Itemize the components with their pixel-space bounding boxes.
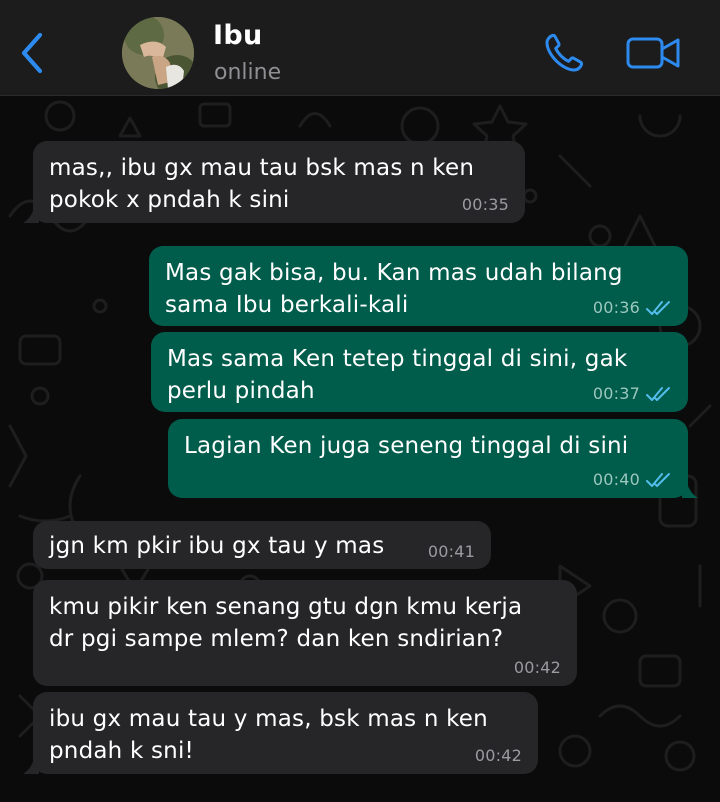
- back-button[interactable]: [14, 30, 50, 76]
- message-time: 00:40: [592, 470, 640, 489]
- message-text: ibu gx mau tau y mas, bsk mas n ken pnda…: [49, 706, 488, 764]
- bubble-tail: [23, 203, 39, 223]
- avatar-photo: [122, 17, 194, 89]
- chevron-left-icon: [21, 32, 43, 74]
- outgoing-message[interactable]: Mas gak bisa, bu. Kan mas udah bilang sa…: [149, 246, 688, 326]
- message-time: 00:36: [592, 298, 640, 317]
- double-check-icon: [646, 301, 670, 315]
- contact-name[interactable]: Ibu: [213, 20, 263, 51]
- message-time: 00:35: [461, 195, 509, 214]
- incoming-message[interactable]: kmu pikir ken senang gtu dgn kmu kerja d…: [33, 580, 577, 686]
- incoming-message[interactable]: jgn km pkir ibu gx tau y mas 00:41: [33, 521, 491, 569]
- message-time: 00:42: [513, 658, 561, 677]
- chat-area[interactable]: mas,, ibu gx mau tau bsk mas n ken pokok…: [0, 96, 720, 802]
- message-text: Lagian Ken juga seneng tinggal di sini: [184, 433, 629, 459]
- incoming-message[interactable]: mas,, ibu gx mau tau bsk mas n ken pokok…: [23, 141, 525, 223]
- video-call-button[interactable]: [624, 32, 684, 74]
- incoming-message[interactable]: ibu gx mau tau y mas, bsk mas n ken pnda…: [23, 692, 538, 774]
- outgoing-message[interactable]: Lagian Ken juga seneng tinggal di sini 0…: [168, 419, 698, 498]
- phone-icon: [545, 33, 584, 72]
- double-check-icon: [646, 387, 670, 401]
- message-text: kmu pikir ken senang gtu dgn kmu kerja d…: [49, 594, 523, 652]
- avatar[interactable]: [122, 17, 194, 89]
- voice-call-button[interactable]: [538, 30, 590, 76]
- message-time: 00:41: [427, 542, 475, 561]
- double-check-icon: [646, 473, 670, 487]
- contact-status: online: [214, 60, 282, 85]
- message-text: mas,, ibu gx mau tau bsk mas n ken pokok…: [49, 155, 475, 213]
- message-time: 00:42: [474, 746, 522, 765]
- message-text: jgn km pkir ibu gx tau y mas: [49, 533, 385, 559]
- chat-header: Ibu online: [0, 0, 720, 96]
- bubble-tail: [23, 754, 39, 774]
- outgoing-message[interactable]: Mas sama Ken tetep tinggal di sini, gak …: [151, 332, 688, 412]
- bubble-tail: [682, 478, 698, 498]
- video-camera-icon: [626, 37, 680, 69]
- message-time: 00:37: [592, 384, 640, 403]
